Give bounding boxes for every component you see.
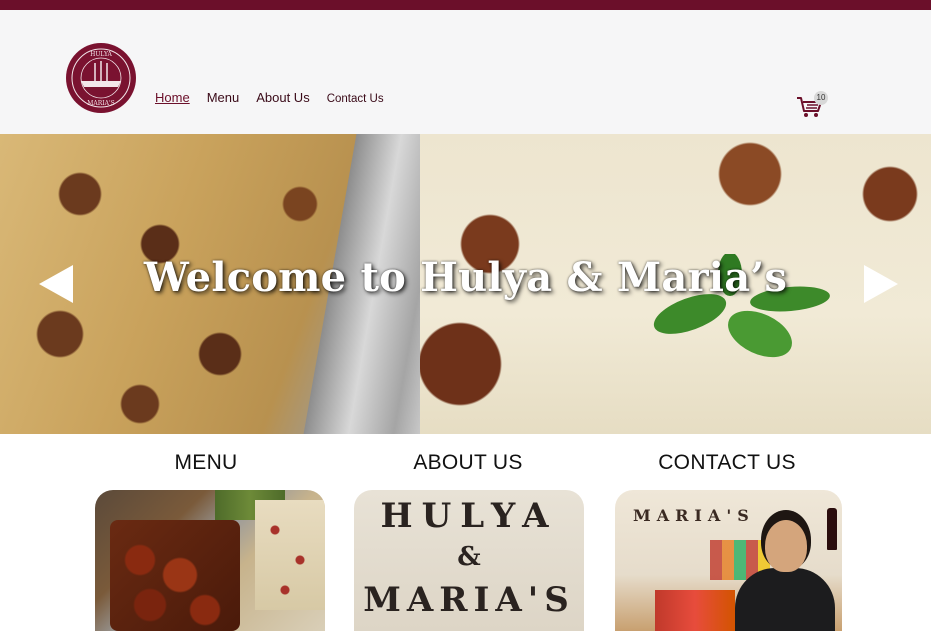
person-head [765,520,807,572]
shrimp-tray [110,520,240,631]
previous-slide-button[interactable] [39,265,73,303]
svg-text:MARIA'S: MARIA'S [87,100,114,107]
person-body [735,568,835,631]
wine-bottle [827,508,837,550]
arrow-right-icon [864,265,898,303]
brand-logo[interactable]: HULYA MARIA'S [66,43,136,113]
top-accent-bar [0,0,931,10]
main-nav: Home Menu About Us Contact Us [155,90,401,105]
hero-slideshow: Welcome to Hulya & Maria’s [0,134,931,434]
about-sign-line-2: & [457,542,481,572]
menu-section-title: MENU [174,451,238,474]
about-sign-line-3: MARIA'S [363,580,575,620]
pasta-tray [255,500,325,610]
product-boxes [655,590,735,631]
cart-count-badge: 10 [814,91,828,105]
nav-home[interactable]: Home [155,90,190,105]
contact-section-title: CONTACT US [658,451,796,474]
cart-button[interactable]: 10 [796,91,830,120]
nav-about-us[interactable]: About Us [256,90,309,105]
about-sign-line-1: HULYA [380,496,558,536]
contact-sign: MARIA'S [633,506,755,525]
logo-emblem-icon: HULYA MARIA'S [68,45,134,111]
nav-menu[interactable]: Menu [207,90,240,105]
hero-title: Welcome to Hulya & Maria’s [143,254,788,301]
about-card-image[interactable]: HULYA & MARIA'S [354,490,584,631]
next-slide-button[interactable] [864,265,898,303]
site-header: HULYA MARIA'S Home Menu About Us Contact… [0,10,931,134]
about-section-title: ABOUT US [413,451,523,474]
nav-contact-us[interactable]: Contact Us [327,93,384,105]
svg-text:HULYA: HULYA [90,51,112,58]
menu-card-image[interactable] [95,490,325,631]
arrow-left-icon [39,265,73,303]
contact-card-image[interactable]: MARIA'S [615,490,842,631]
